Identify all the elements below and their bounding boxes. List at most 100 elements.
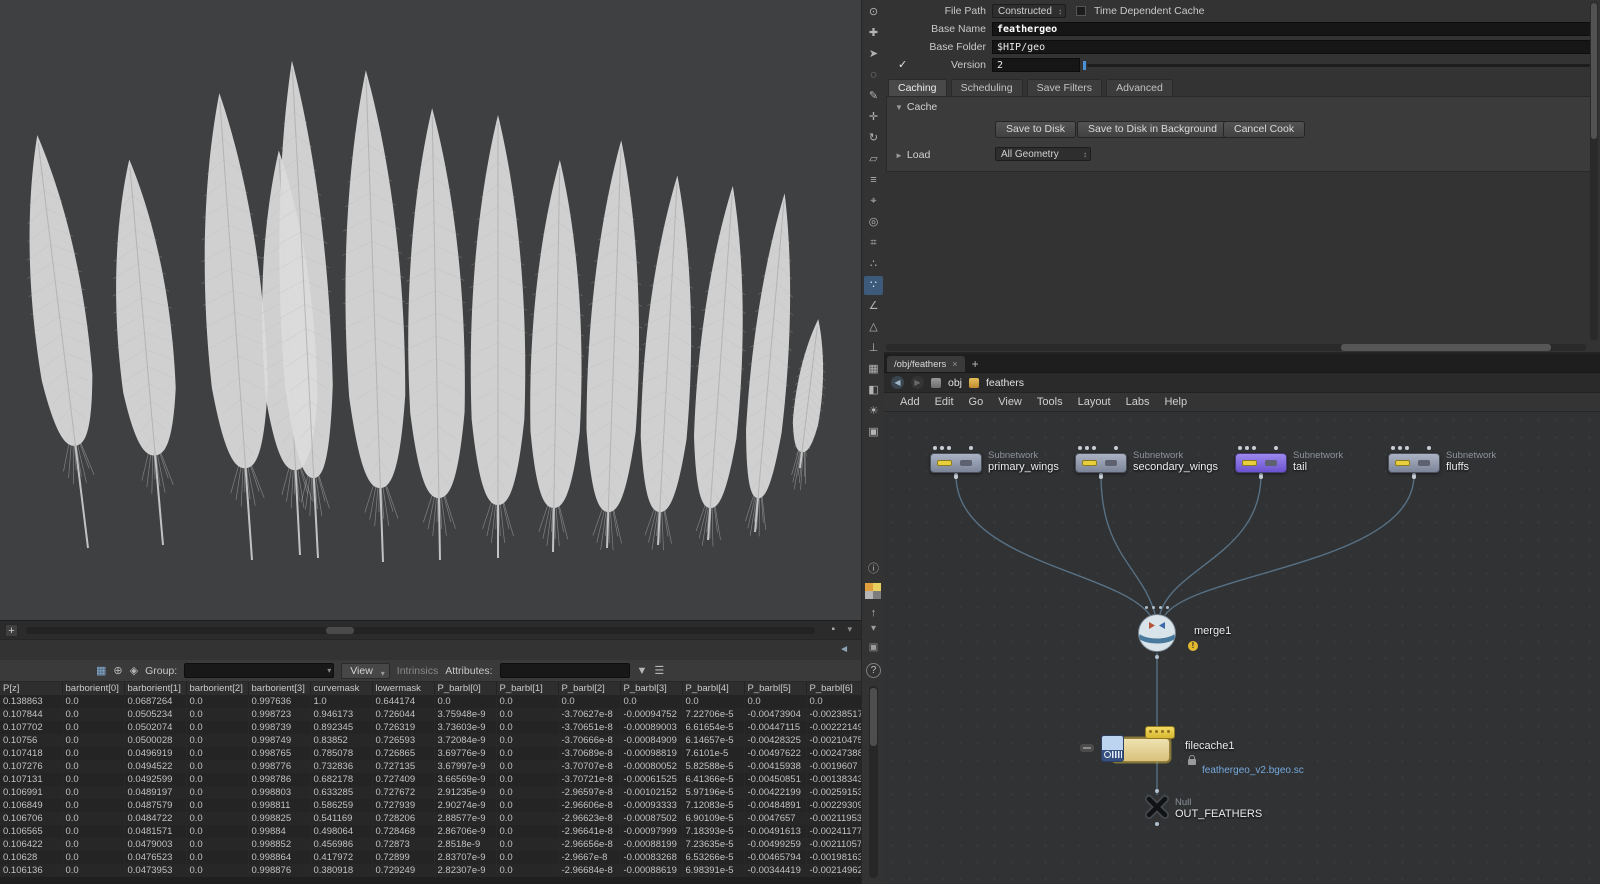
cell[interactable]: 6.61654e-5: [682, 721, 744, 734]
cell[interactable]: 0.0: [496, 747, 558, 760]
menu-tools[interactable]: Tools: [1037, 396, 1063, 408]
pose-tool-icon[interactable]: ≡: [864, 171, 883, 190]
cell[interactable]: 0.0: [186, 851, 248, 864]
cell[interactable]: -0.00211953: [806, 812, 861, 825]
cell[interactable]: 0.0: [186, 825, 248, 838]
cell[interactable]: 0.998749: [248, 734, 310, 747]
cell[interactable]: 0.72873: [372, 838, 434, 851]
cell[interactable]: -0.00214962: [806, 864, 861, 877]
node-name[interactable]: merge1: [1194, 625, 1231, 637]
cell[interactable]: 0.633285: [310, 786, 372, 799]
column-header[interactable]: barborient[3]: [248, 682, 310, 695]
tab-advanced[interactable]: Advanced: [1106, 79, 1173, 96]
add-pane-tab-button[interactable]: +: [5, 624, 18, 637]
cell[interactable]: -0.00497622: [744, 747, 806, 760]
cell[interactable]: 0.0: [496, 799, 558, 812]
tab-scheduling[interactable]: Scheduling: [951, 79, 1023, 96]
cell[interactable]: 3.72084e-9: [434, 734, 496, 747]
cell[interactable]: 0.107844: [0, 708, 62, 721]
cell[interactable]: -3.70721e-8: [558, 773, 620, 786]
cell[interactable]: 0.892345: [310, 721, 372, 734]
cell[interactable]: 0.0: [496, 695, 558, 708]
menu-labs[interactable]: Labs: [1126, 396, 1150, 408]
menu-help[interactable]: Help: [1164, 396, 1187, 408]
snap-icon[interactable]: ◎: [864, 213, 883, 232]
column-header[interactable]: P_barbl[2]: [558, 682, 620, 695]
rotate-tool-icon[interactable]: ↻: [864, 129, 883, 148]
cell[interactable]: 0.0: [186, 747, 248, 760]
cell[interactable]: 7.6101e-5: [682, 747, 744, 760]
cell[interactable]: -2.96606e-8: [558, 799, 620, 812]
cell[interactable]: 0.732836: [310, 760, 372, 773]
cell[interactable]: 0.106422: [0, 838, 62, 851]
cell[interactable]: -0.00465794: [744, 851, 806, 864]
cell[interactable]: 2.83707e-9: [434, 851, 496, 864]
cell[interactable]: -0.00093333: [620, 799, 682, 812]
cell[interactable]: 0.107131: [0, 773, 62, 786]
cell[interactable]: 0.998776: [248, 760, 310, 773]
cell[interactable]: 0.0: [620, 695, 682, 708]
cell[interactable]: 0.998852: [248, 838, 310, 851]
cell[interactable]: 0.0: [744, 695, 806, 708]
cell[interactable]: -0.00247388: [806, 747, 861, 760]
cell[interactable]: 0.644174: [372, 695, 434, 708]
cell[interactable]: 0.785078: [310, 747, 372, 760]
load-mode-dropdown[interactable]: All Geometry ↕: [995, 147, 1091, 161]
cell[interactable]: 6.53266e-5: [682, 851, 744, 864]
cell[interactable]: -0.00422199: [744, 786, 806, 799]
view-tool-icon[interactable]: ⊙: [864, 3, 883, 22]
cell[interactable]: -0.00061525: [620, 773, 682, 786]
normals-display-icon[interactable]: ⊥: [864, 339, 883, 358]
cell[interactable]: -2.96597e-8: [558, 786, 620, 799]
cache-section-header[interactable]: ▼Cache: [895, 101, 937, 113]
cell[interactable]: 0.106706: [0, 812, 62, 825]
cell[interactable]: 0.0: [62, 708, 124, 721]
cell[interactable]: 0.83852: [310, 734, 372, 747]
scroll-thumb[interactable]: [870, 688, 877, 746]
handles-icon[interactable]: ⌖: [864, 192, 883, 211]
wireframe-icon[interactable]: ▦: [864, 360, 883, 379]
cell[interactable]: -0.00210475: [806, 734, 861, 747]
cell[interactable]: 2.86706e-9: [434, 825, 496, 838]
node-name[interactable]: OUT_FEATHERS: [1175, 808, 1262, 820]
cell[interactable]: 6.41366e-5: [682, 773, 744, 786]
cell[interactable]: -0.00198163: [806, 851, 861, 864]
column-header[interactable]: P_barbl[0]: [434, 682, 496, 695]
subnetwork-node-icon[interactable]: [1235, 453, 1287, 473]
viewport-3d-scene[interactable]: [0, 0, 861, 620]
snapshot-icon[interactable]: ▣: [863, 642, 884, 653]
cell[interactable]: -0.00344419: [744, 864, 806, 877]
cell[interactable]: 0.106136: [0, 864, 62, 877]
cell[interactable]: 7.18393e-5: [682, 825, 744, 838]
cell[interactable]: 0.0: [62, 760, 124, 773]
cell[interactable]: 0.0: [496, 786, 558, 799]
cell[interactable]: 0.417972: [310, 851, 372, 864]
cell[interactable]: 0.0: [496, 812, 558, 825]
cell[interactable]: -0.00241177: [806, 825, 861, 838]
cell[interactable]: 0.138863: [0, 695, 62, 708]
cache-file-link[interactable]: feathergeo_v2.bgeo.sc: [1202, 765, 1304, 776]
cell[interactable]: 1.0: [310, 695, 372, 708]
timeline-scrollbar[interactable]: [26, 627, 815, 634]
cell[interactable]: -0.00259153: [806, 786, 861, 799]
network-canvas[interactable]: Subnetwork primary_wings Subnetwork seco…: [884, 412, 1600, 884]
cell[interactable]: 0.727939: [372, 799, 434, 812]
cell[interactable]: 0.998811: [248, 799, 310, 812]
cell[interactable]: -3.70707e-8: [558, 760, 620, 773]
scroll-thumb[interactable]: [326, 627, 354, 634]
spreadsheet-grid-icon[interactable]: ▦: [96, 664, 106, 677]
cell[interactable]: 0.0: [186, 812, 248, 825]
cell[interactable]: 0.10628: [0, 851, 62, 864]
cell[interactable]: 0.106991: [0, 786, 62, 799]
cell[interactable]: -0.00098819: [620, 747, 682, 760]
cell[interactable]: -0.00211057: [806, 838, 861, 851]
vertices-display-icon[interactable]: ∵: [864, 276, 883, 295]
column-header[interactable]: curvemask: [310, 682, 372, 695]
cell[interactable]: -0.00088619: [620, 864, 682, 877]
cell[interactable]: 0.0494522: [124, 760, 186, 773]
column-header[interactable]: barborient[0]: [62, 682, 124, 695]
lasso-select-icon[interactable]: ◌: [864, 66, 883, 85]
breadcrumb-obj[interactable]: obj: [948, 377, 962, 389]
cell[interactable]: 2.91235e-9: [434, 786, 496, 799]
cell[interactable]: 2.90274e-9: [434, 799, 496, 812]
